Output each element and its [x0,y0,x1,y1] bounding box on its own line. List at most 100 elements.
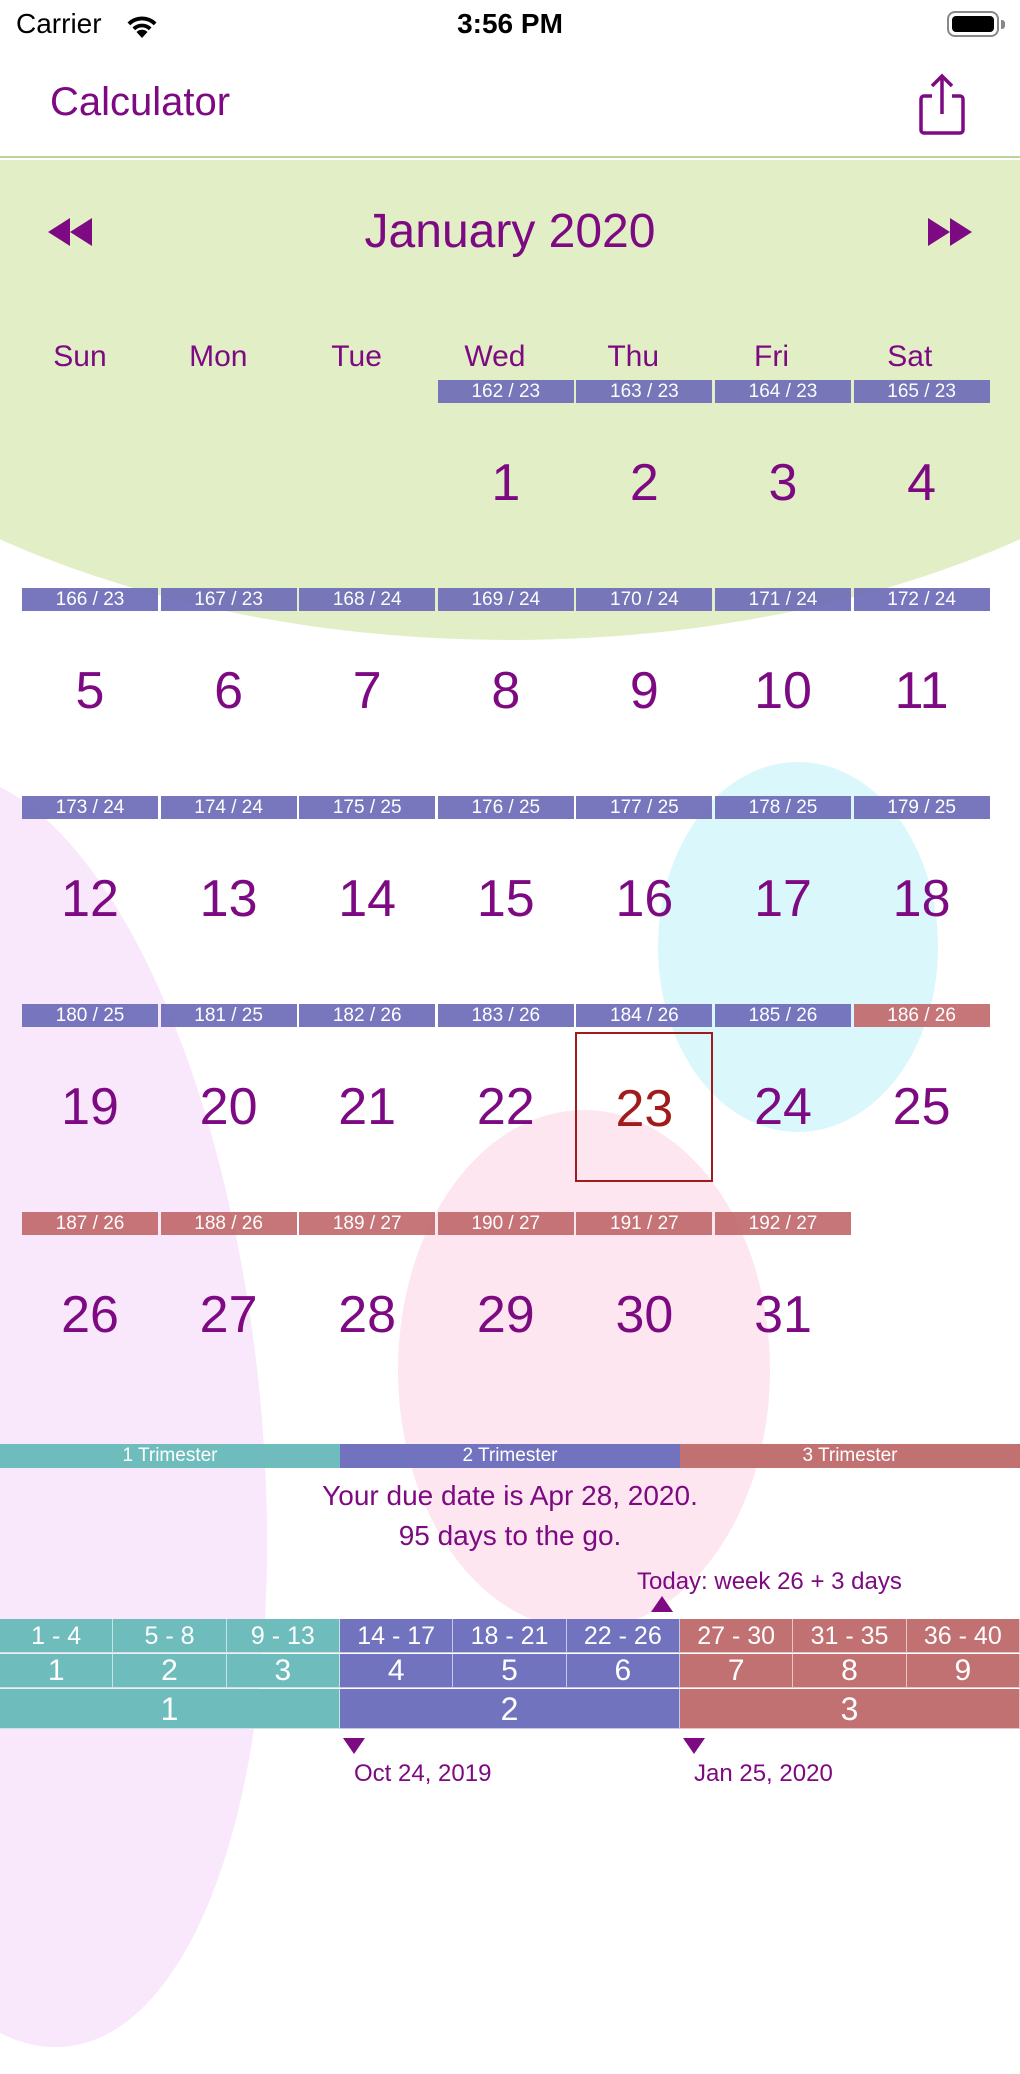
weekday-label: Sat [887,340,933,373]
today-marker-icon [651,1596,673,1612]
day-gestation-badge: 163 / 23 [576,380,713,403]
month-cell: 5 [453,1654,567,1688]
battery-nub [1001,20,1005,29]
trimester-1-legend: 1 Trimester [0,1444,340,1468]
day-gestation-badge: 186 / 26 [853,1004,990,1027]
month-cell: 2 [113,1654,227,1688]
day-cell[interactable]: 18 [853,824,991,974]
clock: 3:56 PM [457,8,563,39]
nav-title: Calculator [50,80,231,124]
month-header: January 2020 [0,200,1020,264]
second-trimester-start-date: Oct 24, 2019 [354,1760,492,1787]
day-cell[interactable]: 1 [437,408,575,558]
day-gestation-badge: 169 / 24 [437,588,574,611]
day-cell[interactable]: 11 [853,616,991,766]
month-cell: 6 [566,1654,680,1688]
day-gestation-badge: 190 / 27 [437,1212,574,1235]
day-cell[interactable]: 22 [437,1032,575,1182]
month-cell: 1 [0,1654,114,1688]
day-cell[interactable]: 4 [853,408,991,558]
day-gestation-badge: 178 / 25 [715,796,851,819]
trimester-2-legend: 2 Trimester [340,1444,680,1468]
day-cell[interactable]: 15 [437,824,575,974]
day-cell[interactable]: 24 [714,1032,852,1182]
day-cell[interactable]: 30 [575,1240,713,1390]
day-gestation-badge: 182 / 26 [299,1004,436,1027]
week-range-cell: 1 - 4 [0,1619,114,1653]
day-gestation-badge: 177 / 25 [576,796,713,819]
day-gestation-badge: 188 / 26 [160,1212,297,1235]
day-gestation-badge: 187 / 26 [22,1212,158,1235]
day-cell[interactable]: 26 [21,1240,159,1390]
day-cell[interactable]: 7 [298,616,436,766]
week-range-cell: 36 - 40 [906,1619,1020,1653]
day-gestation-badge: 171 / 24 [715,588,851,611]
day-gestation-badge: 162 / 23 [437,380,574,403]
week-range-cell: 5 - 8 [113,1619,227,1653]
day-cell[interactable]: 13 [160,824,298,974]
day-gestation-badge: 183 / 26 [437,1004,574,1027]
day-gestation-badge: 173 / 24 [22,796,158,819]
day-gestation-badge: 189 / 27 [299,1212,436,1235]
day-cell[interactable]: 3 [714,408,852,558]
month-cell: 3 [226,1654,340,1688]
day-cell[interactable]: 20 [160,1032,298,1182]
day-cell[interactable]: 6 [160,616,298,766]
day-gestation-badge: 192 / 27 [715,1212,851,1235]
day-gestation-badge: 167 / 23 [160,588,297,611]
day-cell[interactable]: 2 [575,408,713,558]
week-range-cell: 14 - 17 [340,1619,454,1653]
navigation-bar: Calculator [0,50,1020,158]
day-cell[interactable]: 27 [160,1240,298,1390]
day-gestation-badge: 184 / 26 [576,1004,713,1027]
day-gestation-badge: 165 / 23 [853,380,990,403]
days-left-text: 95 days to the go. [398,1520,622,1551]
day-gestation-badge: 168 / 24 [299,588,436,611]
share-button[interactable] [912,70,972,142]
day-cell[interactable]: 16 [575,824,713,974]
day-gestation-badge: 180 / 25 [22,1004,158,1027]
day-cell[interactable]: 8 [437,616,575,766]
week-range-cell: 18 - 21 [453,1619,567,1653]
month-cell: 7 [680,1654,794,1688]
weekday-label: Tue [331,340,382,373]
day-gestation-badge: 179 / 25 [853,796,990,819]
day-cell[interactable]: 29 [437,1240,575,1390]
day-gestation-badge: 185 / 26 [715,1004,851,1027]
weekday-label: Mon [189,340,248,373]
day-cell[interactable]: 14 [298,824,436,974]
marker-arrow-icon [343,1738,365,1754]
day-gestation-badge: 170 / 24 [576,588,713,611]
trimester-cell: 2 [340,1689,680,1729]
marker-arrow-icon [683,1738,705,1754]
battery-icon [947,11,999,37]
due-date-text: Your due date is Apr 28, 2020. [322,1480,698,1511]
day-gestation-badge: 174 / 24 [160,796,297,819]
weekday-label: Wed [464,340,526,373]
weekday-label: Sun [53,340,107,373]
trimester-cell: 1 [0,1689,340,1729]
day-cell[interactable]: 31 [714,1240,852,1390]
day-cell-today[interactable]: 23 [575,1032,714,1182]
status-bar: Carrier 3:56 PM [0,0,1020,50]
day-cell[interactable]: 5 [21,616,159,766]
day-cell[interactable]: 10 [714,616,852,766]
week-range-cell: 31 - 35 [793,1619,907,1653]
day-cell[interactable]: 21 [298,1032,436,1182]
weekday-label: Fri [754,340,789,373]
day-cell[interactable]: 9 [575,616,713,766]
day-cell[interactable]: 12 [21,824,159,974]
day-cell[interactable]: 19 [21,1032,159,1182]
share-icon [919,73,965,135]
next-month-button[interactable] [920,214,974,250]
day-cell[interactable]: 28 [298,1240,436,1390]
day-cell[interactable]: 25 [853,1032,991,1182]
day-gestation-badge: 191 / 27 [576,1212,713,1235]
week-range-cell: 9 - 13 [226,1619,340,1653]
day-gestation-badge: 166 / 23 [22,588,158,611]
day-gestation-badge: 164 / 23 [715,380,851,403]
double-right-arrow-icon [928,218,972,246]
day-cell[interactable]: 17 [714,824,852,974]
trimester-cell: 3 [680,1689,1020,1729]
third-trimester-start-date: Jan 25, 2020 [694,1760,833,1787]
